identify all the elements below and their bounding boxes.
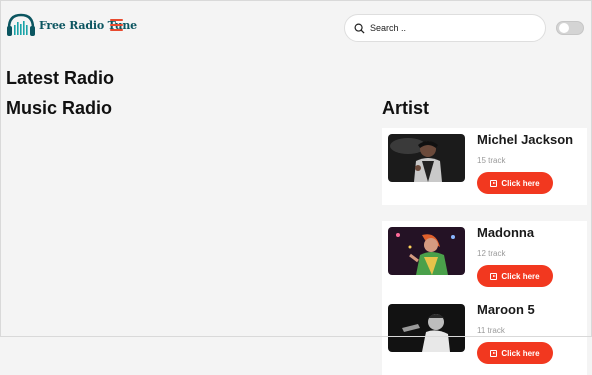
search-icon [354, 23, 365, 34]
artist-card: Madonna 12 track Click here [382, 221, 587, 298]
hamburger-menu-icon[interactable] [110, 19, 123, 31]
artist-image [388, 304, 465, 352]
artist-track-count: 12 track [477, 249, 506, 258]
play-icon [490, 272, 498, 280]
play-icon [490, 349, 498, 357]
click-here-button[interactable]: Click here [477, 342, 553, 364]
artist-card: Michel Jackson 15 track Click here [382, 128, 587, 205]
artist-name: Madonna [477, 225, 535, 240]
search-input[interactable] [370, 23, 520, 33]
music-radio-heading: Music Radio [6, 98, 113, 118]
artist-track-count: 15 track [477, 156, 506, 165]
artist-image [388, 134, 465, 182]
latest-radio-heading: Latest Radio [6, 68, 115, 88]
theme-toggle[interactable] [556, 21, 584, 35]
click-here-button[interactable]: Click here [477, 265, 553, 287]
artist-track-count: 11 track [477, 326, 505, 335]
artist-heading: Artist [382, 98, 430, 118]
play-icon [490, 179, 498, 187]
search-bar[interactable] [344, 14, 546, 42]
artist-name: Maroon 5 [477, 302, 535, 317]
artist-name: Michel Jackson [477, 132, 574, 147]
artist-image [388, 227, 465, 275]
headphones-logo-icon [7, 13, 35, 36]
click-here-button[interactable]: Click here [477, 172, 553, 194]
